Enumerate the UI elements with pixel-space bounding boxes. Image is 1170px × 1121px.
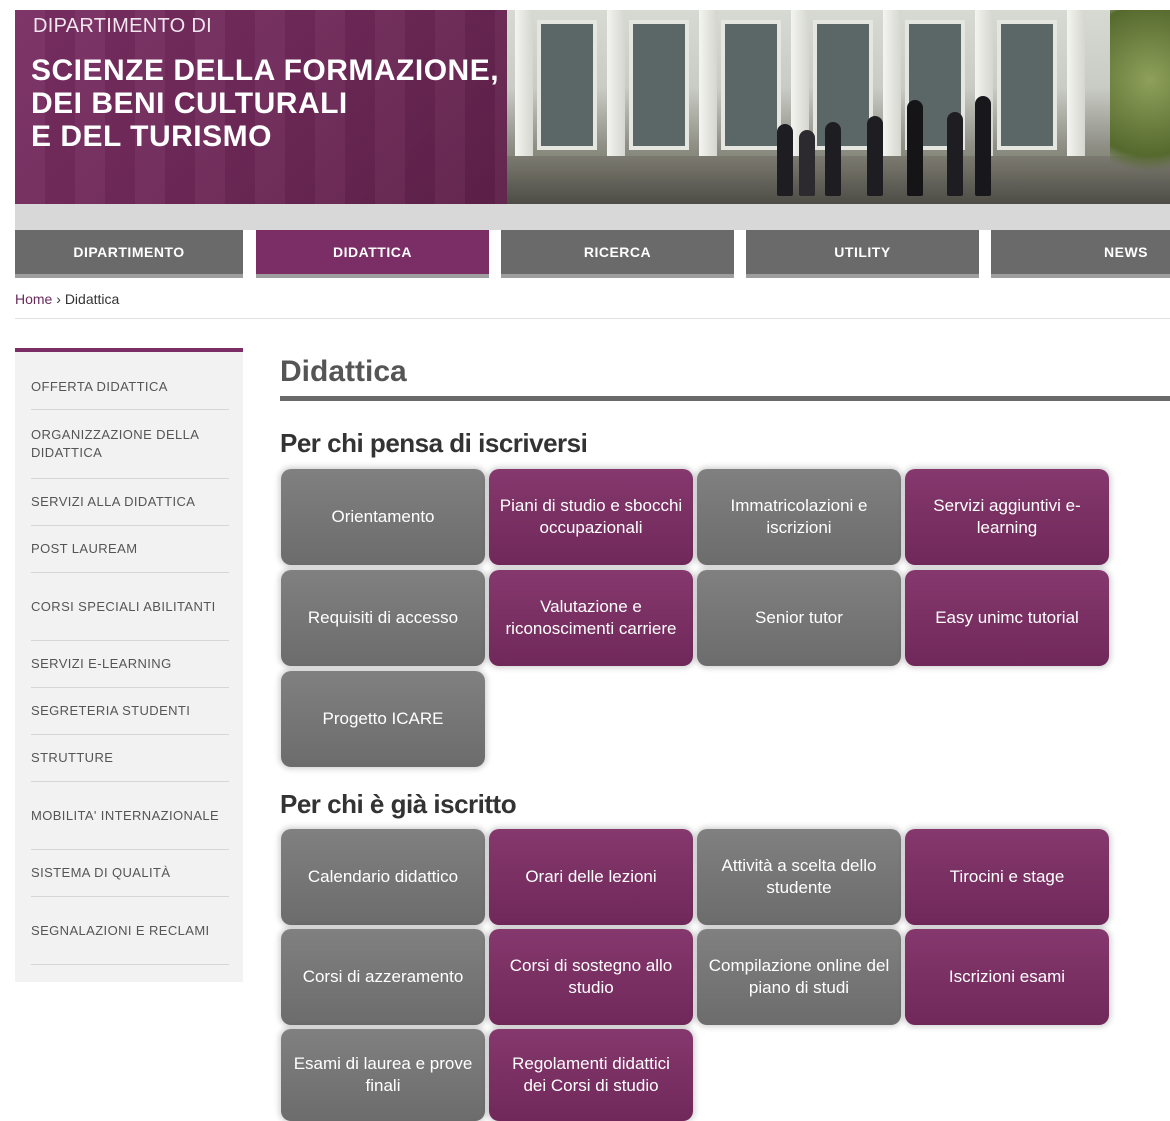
tile-compilazione-online[interactable]: Compilazione online del piano di studi bbox=[697, 929, 901, 1025]
section-title-iscriversi: Per chi pensa di iscriversi bbox=[280, 428, 588, 458]
tile-orari-lezioni[interactable]: Orari delle lezioni bbox=[489, 829, 693, 925]
breadcrumb-home[interactable]: Home bbox=[15, 291, 52, 307]
nav-news[interactable]: NEWS bbox=[991, 230, 1170, 278]
nav-didattica[interactable]: DIDATTICA bbox=[256, 230, 489, 278]
sidebar-item-corsi-speciali[interactable]: CORSI SPECIALI ABILITANTI bbox=[31, 573, 229, 641]
breadcrumb-divider bbox=[15, 318, 1170, 319]
tile-servizi-aggiuntivi[interactable]: Servizi aggiuntivi e-learning bbox=[905, 469, 1109, 565]
sidebar-item-strutture[interactable]: STRUTTURE bbox=[31, 735, 229, 782]
tile-regolamenti-didattici[interactable]: Regolamenti didattici dei Corsi di studi… bbox=[489, 1029, 693, 1121]
department-title: SCIENZE DELLA FORMAZIONE, DEI BENI CULTU… bbox=[31, 54, 499, 153]
tile-calendario-didattico[interactable]: Calendario didattico bbox=[281, 829, 485, 925]
nav-dipartimento[interactable]: DIPARTIMENTO bbox=[15, 230, 243, 278]
sidebar-item-offerta-didattica[interactable]: OFFERTA DIDATTICA bbox=[31, 352, 229, 410]
header-divider bbox=[15, 204, 1170, 230]
department-pretitle: DIPARTIMENTO DI bbox=[33, 15, 212, 37]
banner-photo bbox=[507, 10, 1170, 204]
tile-requisiti-accesso[interactable]: Requisiti di accesso bbox=[281, 570, 485, 666]
tile-corsi-azzeramento[interactable]: Corsi di azzeramento bbox=[281, 929, 485, 1025]
sidebar-item-segnalazioni[interactable]: SEGNALAZIONI E RECLAMI bbox=[31, 897, 229, 965]
breadcrumb-current: Didattica bbox=[64, 291, 120, 307]
sidebar-item-segreteria-studenti[interactable]: SEGRETERIA STUDENTI bbox=[31, 688, 229, 735]
title-divider bbox=[280, 396, 1170, 401]
sidebar-item-mobilita[interactable]: MOBILITA' INTERNAZIONALE bbox=[31, 782, 229, 850]
tile-piani-di-studio[interactable]: Piani di studio e sbocchi occupazionali bbox=[489, 469, 693, 565]
sidebar-item-sistema-qualita[interactable]: SISTEMA DI QUALITÀ bbox=[31, 850, 229, 897]
tile-easy-unimc[interactable]: Easy unimc tutorial bbox=[905, 570, 1109, 666]
tile-iscrizioni-esami[interactable]: Iscrizioni esami bbox=[905, 929, 1109, 1025]
tile-valutazione-carriere[interactable]: Valutazione e riconoscimenti carriere bbox=[489, 570, 693, 666]
sidebar-item-servizi-elearning[interactable]: SERVIZI E-LEARNING bbox=[31, 641, 229, 688]
tile-senior-tutor[interactable]: Senior tutor bbox=[697, 570, 901, 666]
department-title-line: DEI BENI CULTURALI bbox=[31, 87, 348, 120]
tile-orientamento[interactable]: Orientamento bbox=[281, 469, 485, 565]
header-banner: DIPARTIMENTO DI SCIENZE DELLA FORMAZIONE… bbox=[15, 10, 1170, 204]
tile-attivita-scelta[interactable]: Attività a scelta dello studente bbox=[697, 829, 901, 925]
tile-immatricolazioni[interactable]: Immatricolazioni e iscrizioni bbox=[697, 469, 901, 565]
tile-progetto-icare[interactable]: Progetto ICARE bbox=[281, 671, 485, 767]
tile-tirocini-stage[interactable]: Tirocini e stage bbox=[905, 829, 1109, 925]
sidebar-item-organizzazione-didattica[interactable]: ORGANIZZAZIONE DELLA DIDATTICA bbox=[31, 410, 229, 479]
section-title-iscritto: Per chi è già iscritto bbox=[280, 789, 517, 819]
nav-utility[interactable]: UTILITY bbox=[746, 230, 979, 278]
tile-corsi-sostegno[interactable]: Corsi di sostegno allo studio bbox=[489, 929, 693, 1025]
breadcrumb-separator: › bbox=[52, 291, 65, 307]
nav-ricerca[interactable]: RICERCA bbox=[501, 230, 734, 278]
main-nav: DIPARTIMENTO DIDATTICA RICERCA UTILITY N… bbox=[15, 230, 1170, 278]
breadcrumb: Home › Didattica bbox=[15, 291, 119, 307]
page-title: Didattica bbox=[280, 355, 407, 388]
tile-esami-laurea[interactable]: Esami di laurea e prove finali bbox=[281, 1029, 485, 1121]
department-title-line: SCIENZE DELLA FORMAZIONE, bbox=[31, 54, 500, 87]
department-title-line: E DEL TURISMO bbox=[31, 120, 272, 153]
sidebar-item-post-lauream[interactable]: POST LAUREAM bbox=[31, 526, 229, 573]
sidebar-menu: OFFERTA DIDATTICA ORGANIZZAZIONE DELLA D… bbox=[15, 348, 243, 982]
sidebar-item-servizi-didattica[interactable]: SERVIZI ALLA DIDATTICA bbox=[31, 479, 229, 526]
